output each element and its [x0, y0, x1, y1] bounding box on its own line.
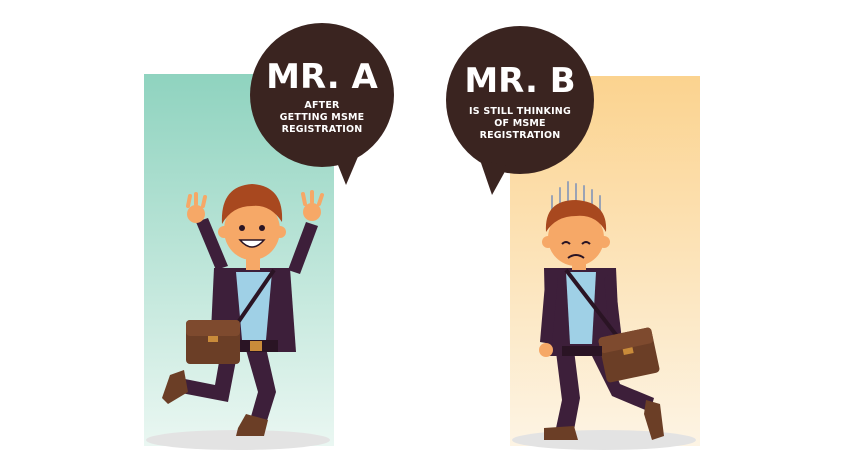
bubble-right-title: MR. B	[464, 61, 575, 101]
bubble-right-line2: OF MSME	[494, 118, 546, 129]
bubble-left-line3: REGISTRATION	[282, 124, 363, 135]
bubble-right-line3: REGISTRATION	[480, 130, 561, 141]
bubble-left-line1: AFTER	[304, 100, 340, 111]
bubble-left-line2: GETTING MSME	[280, 112, 365, 123]
bubble-left-title: MR. A	[266, 57, 378, 97]
bubble-right-line1: IS STILL THINKING	[469, 106, 571, 117]
right-panel: MR. B IS STILL THINKING OF MSME REGISTRA…	[446, 26, 700, 450]
right-ground-shadow	[512, 430, 696, 450]
illustration-canvas: MR. A AFTER GETTING MSME REGISTRATION MR…	[144, 23, 700, 450]
left-panel: MR. A AFTER GETTING MSME REGISTRATION	[144, 23, 394, 450]
